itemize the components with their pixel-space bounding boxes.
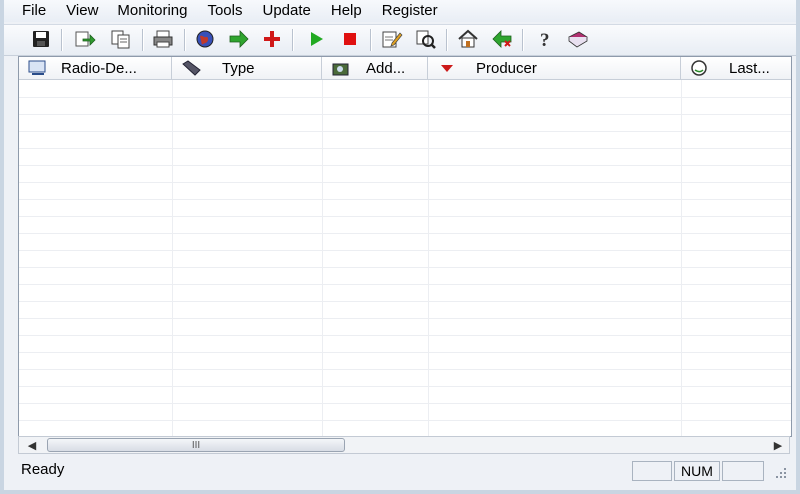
resize-grip-icon[interactable] — [774, 466, 788, 480]
table-row-divider — [19, 318, 791, 319]
export-icon[interactable] — [74, 28, 96, 50]
radio-device-icon — [27, 59, 49, 77]
table-row-divider — [19, 216, 791, 217]
status-pane-num: NUM — [674, 461, 720, 481]
menu-help[interactable]: Help — [331, 0, 362, 22]
scroll-right-icon[interactable]: ▶ — [769, 437, 787, 453]
table-row-divider — [19, 267, 791, 268]
menu-register[interactable]: Register — [382, 0, 438, 22]
list-rows — [19, 80, 791, 436]
main-window: File View Monitoring Tools Update Help R… — [0, 0, 800, 494]
menu-update[interactable]: Update — [263, 0, 311, 22]
last-seen-icon — [689, 59, 711, 77]
table-row-divider — [19, 114, 791, 115]
column-header-radio-device[interactable]: Radio-De... — [19, 57, 172, 79]
table-row-divider — [19, 386, 791, 387]
status-pane-scroll — [722, 461, 764, 481]
table-row-divider — [19, 352, 791, 353]
table-row-divider — [19, 97, 791, 98]
table-row-divider — [19, 301, 791, 302]
table-row-divider — [19, 233, 791, 234]
tag-icon — [180, 59, 202, 77]
table-row-divider — [19, 369, 791, 370]
list-header: Radio-De... Type Add... Producer Last... — [19, 57, 791, 80]
table-row-divider — [19, 284, 791, 285]
book-icon[interactable] — [567, 28, 589, 50]
edit-icon[interactable] — [381, 28, 403, 50]
home-icon[interactable] — [457, 28, 479, 50]
svg-text:?: ? — [540, 30, 550, 49]
column-header-type[interactable]: Type — [172, 57, 322, 79]
toolbar: ? — [4, 24, 796, 56]
table-row-divider — [19, 403, 791, 404]
back-icon[interactable] — [491, 28, 513, 50]
globe-icon[interactable] — [194, 28, 216, 50]
print-icon[interactable] — [152, 28, 174, 50]
status-pane-caps — [632, 461, 672, 481]
table-row-divider — [19, 335, 791, 336]
table-row-divider — [19, 199, 791, 200]
help-icon[interactable]: ? — [534, 28, 556, 50]
scroll-left-icon[interactable]: ◀ — [23, 437, 41, 453]
stop-icon[interactable] — [339, 28, 361, 50]
column-header-last[interactable]: Last... — [681, 57, 791, 79]
scrollbar-thumb[interactable]: III — [47, 438, 345, 452]
table-row-divider — [19, 420, 791, 421]
status-bar: Ready NUM — [18, 458, 790, 482]
device-list[interactable]: Radio-De... Type Add... Producer Last... — [18, 56, 792, 437]
arrow-right-icon[interactable] — [228, 28, 250, 50]
column-header-producer[interactable]: Producer — [428, 57, 681, 79]
add-icon[interactable] — [261, 28, 283, 50]
column-header-address[interactable]: Add... — [322, 57, 428, 79]
table-row-divider — [19, 131, 791, 132]
play-icon[interactable] — [305, 28, 327, 50]
menu-view[interactable]: View — [66, 0, 98, 22]
table-row-divider — [19, 182, 791, 183]
copy-icon[interactable] — [110, 28, 132, 50]
sort-desc-icon — [436, 59, 458, 77]
address-icon — [330, 59, 352, 77]
menu-bar: File View Monitoring Tools Update Help R… — [4, 0, 796, 22]
table-row-divider — [19, 165, 791, 166]
table-row-divider — [19, 250, 791, 251]
horizontal-scrollbar[interactable]: ◀ III ▶ — [18, 436, 790, 454]
table-row-divider — [19, 148, 791, 149]
save-icon[interactable] — [30, 28, 52, 50]
menu-file[interactable]: File — [22, 0, 46, 22]
status-text: Ready — [21, 461, 65, 478]
search-icon[interactable] — [415, 28, 437, 50]
menu-tools[interactable]: Tools — [207, 0, 242, 22]
menu-monitoring[interactable]: Monitoring — [117, 0, 187, 22]
